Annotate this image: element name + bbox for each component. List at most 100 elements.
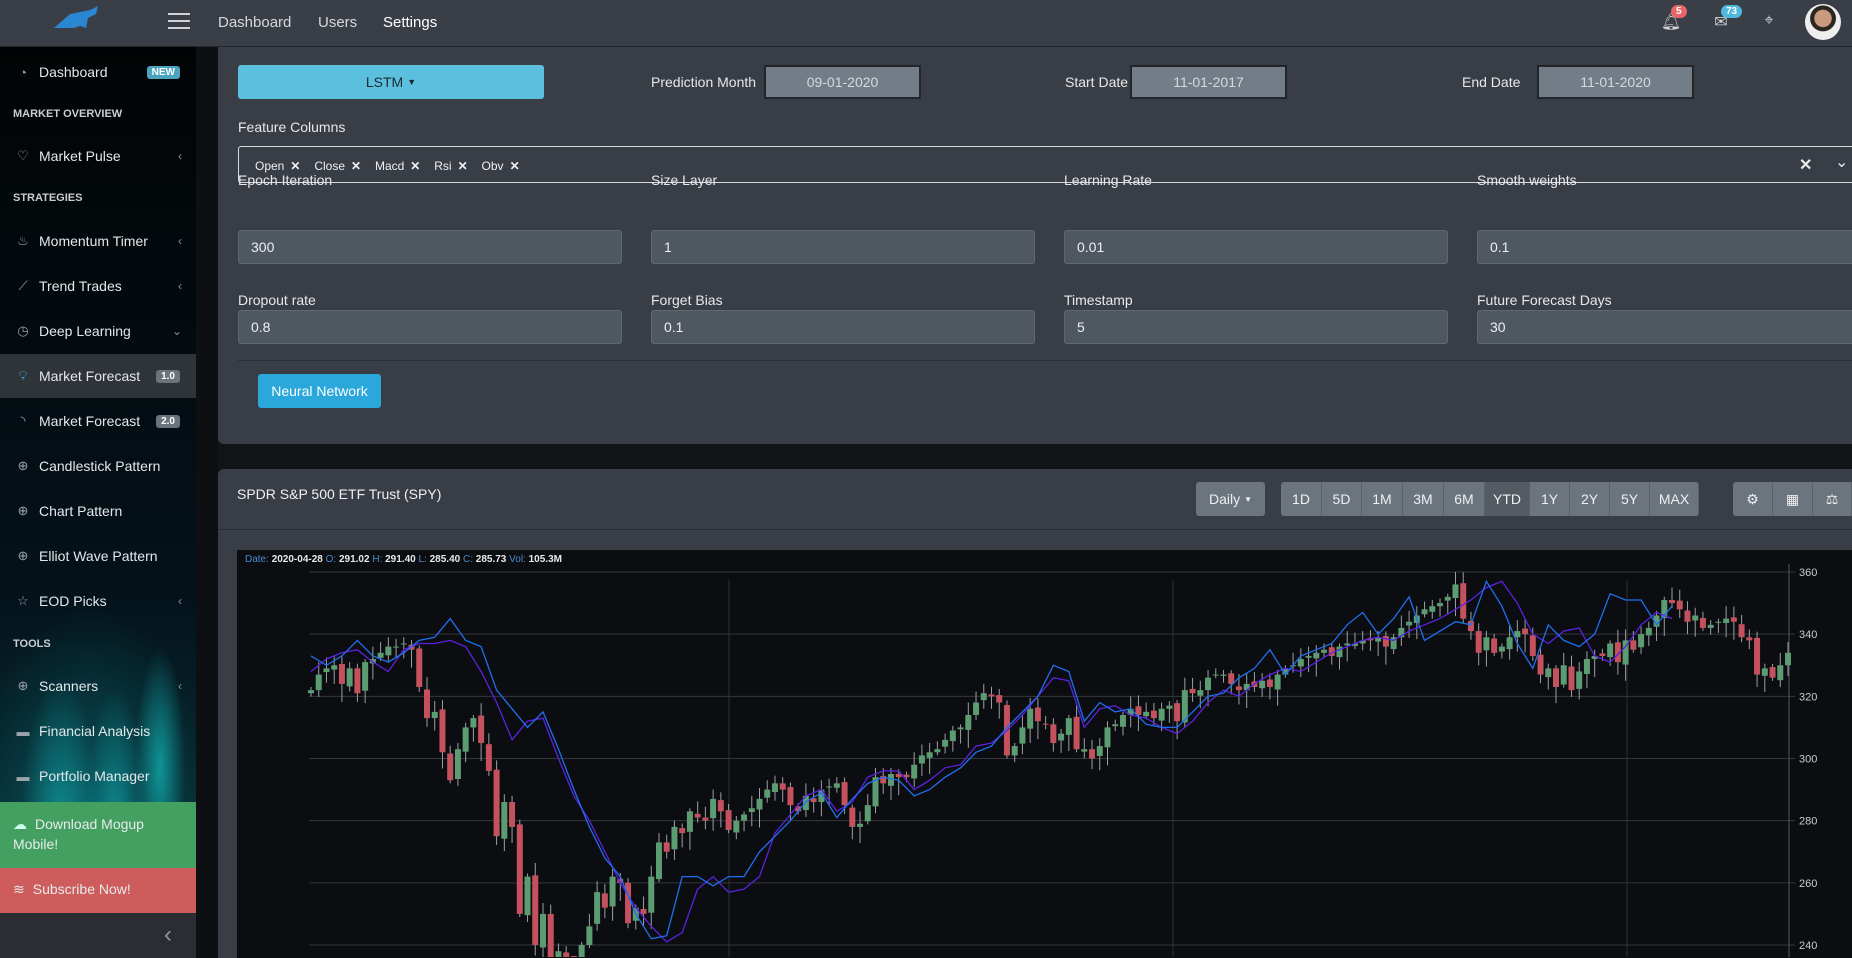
range-button-ytd[interactable]: YTD xyxy=(1485,482,1530,516)
candle-body xyxy=(1769,667,1776,678)
candle xyxy=(1684,601,1691,635)
logo[interactable] xyxy=(50,6,106,42)
start-date-input[interactable]: 11-01-2017 xyxy=(1130,65,1287,99)
sidebar-item-momentum-timer[interactable]: ♨ Momentum Timer ‹ xyxy=(0,219,196,263)
candle-body xyxy=(1583,659,1590,674)
range-button-1y[interactable]: 1Y xyxy=(1530,482,1570,516)
remove-tag-icon[interactable]: ✕ xyxy=(458,159,468,173)
tag-label: Macd xyxy=(374,159,405,173)
size-layer-input[interactable]: 1 xyxy=(651,230,1035,264)
sidebar-item-market-forecast-2[interactable]: ◝ Market Forecast 2.0 xyxy=(0,399,196,443)
user-avatar[interactable] xyxy=(1805,4,1841,40)
candle xyxy=(1444,593,1451,615)
candle-body xyxy=(1197,690,1204,696)
range-button-5y[interactable]: 5Y xyxy=(1610,482,1650,516)
sidebar-item-market-pulse[interactable]: ♡ Market Pulse ‹ xyxy=(0,134,196,178)
candle-body xyxy=(771,783,778,793)
remove-tag-icon[interactable]: ✕ xyxy=(351,159,361,173)
hamburger-menu-icon[interactable] xyxy=(168,13,190,31)
candle-body xyxy=(516,824,523,914)
candle xyxy=(625,878,632,929)
sidebar-item-dashboard[interactable]: ◔ Dashboard NEW xyxy=(0,50,196,94)
feature-columns-multiselect[interactable]: Open ✕ Close ✕ Macd ✕ Rsi ✕ Obv ✕ ✕ ⌄ xyxy=(238,146,1852,183)
candle xyxy=(702,806,709,830)
remove-tag-icon[interactable]: ✕ xyxy=(510,159,520,173)
range-button-1m[interactable]: 1M xyxy=(1362,482,1403,516)
range-button-2y[interactable]: 2Y xyxy=(1570,482,1610,516)
candle xyxy=(1096,738,1103,771)
candle-body xyxy=(1011,746,1018,756)
sidebar-item-portfolio-manager[interactable]: ▬ Portfolio Manager xyxy=(0,754,196,798)
interval-dropdown[interactable]: Daily ▼ xyxy=(1196,482,1265,516)
lightbulb-icon: 💡︎ xyxy=(18,368,28,383)
gauge-icon: ◔ xyxy=(19,64,27,80)
download-mobile-button[interactable]: ☁ Download Mogup Mobile! xyxy=(0,802,196,868)
candle xyxy=(586,913,593,949)
nav-dashboard[interactable]: Dashboard xyxy=(218,14,291,31)
candle xyxy=(1754,631,1761,688)
candle-body xyxy=(1143,711,1150,717)
sidebar-item-elliot-wave-pattern[interactable]: ⊕ Elliot Wave Pattern xyxy=(0,534,196,578)
prediction-month-input[interactable]: 09-01-2020 xyxy=(764,65,921,99)
candle xyxy=(338,656,345,702)
settings-button[interactable]: ⚙ xyxy=(1733,482,1773,516)
remove-tag-icon[interactable]: ✕ xyxy=(410,159,420,173)
gutter xyxy=(196,47,218,958)
clear-all-icon[interactable]: ✕ xyxy=(1799,155,1812,175)
sidebar-item-market-forecast-1[interactable]: 💡︎ Market Forecast 1.0 xyxy=(0,354,196,398)
candle-body xyxy=(1019,727,1026,744)
section-header-market-overview: MARKET OVERVIEW xyxy=(13,108,123,120)
range-button-5d[interactable]: 5D xyxy=(1322,482,1362,516)
sidebar-item-financial-analysis[interactable]: ▬ Financial Analysis xyxy=(0,709,196,753)
smooth-weights-input[interactable]: 0.1 xyxy=(1477,230,1852,264)
timestamp-input[interactable]: 5 xyxy=(1064,310,1448,344)
sidebar-item-trend-trades[interactable]: ⟋ Trend Trades ‹ xyxy=(0,264,196,308)
candle-body xyxy=(717,800,724,812)
range-button-6m[interactable]: 6M xyxy=(1444,482,1485,516)
candle xyxy=(710,789,717,831)
subscribe-label: Subscribe Now! xyxy=(32,881,131,897)
sidebar: ◔ Dashboard NEW MARKET OVERVIEW ♡ Market Pu… xyxy=(0,47,196,958)
sidebar-item-scanners[interactable]: ⊕ Scanners ‹ xyxy=(0,664,196,708)
candle xyxy=(1761,663,1768,692)
nav-users[interactable]: Users xyxy=(318,14,357,31)
calculator-button[interactable]: ▦ xyxy=(1773,482,1813,516)
messages-button[interactable]: ✉ 73 xyxy=(1710,5,1743,34)
feature-tag: Close ✕ xyxy=(314,159,361,173)
collapse-sidebar-icon[interactable]: ‹ xyxy=(164,921,172,949)
sidebar-item-chart-pattern[interactable]: ⊕ Chart Pattern xyxy=(0,489,196,533)
candle-body xyxy=(671,826,678,850)
candle-body xyxy=(1467,621,1474,632)
candle-body xyxy=(1042,723,1049,725)
remove-tag-icon[interactable]: ✕ xyxy=(290,159,300,173)
range-button-max[interactable]: MAX xyxy=(1650,482,1699,516)
learning-rate-input[interactable]: 0.01 xyxy=(1064,230,1448,264)
notifications-button[interactable]: 🔔︎ 5 xyxy=(1660,5,1687,34)
feature-tag: Macd ✕ xyxy=(375,159,420,173)
subscribe-button[interactable]: ≋ Subscribe Now! xyxy=(0,868,196,913)
neural-network-button[interactable]: Neural Network xyxy=(258,374,381,408)
candle xyxy=(833,777,840,793)
dropout-rate-input[interactable]: 0.8 xyxy=(238,310,622,344)
price-chart[interactable]: Date: 2020-04-28 O: 291.02 H: 291.40 L: … xyxy=(237,550,1852,958)
model-dropdown[interactable]: LSTM ▼ xyxy=(238,65,544,99)
start-date-label: Start Date xyxy=(1065,74,1129,90)
candle-body xyxy=(965,714,972,730)
compare-button[interactable]: ⚖ xyxy=(1813,482,1852,516)
nav-settings[interactable]: Settings xyxy=(383,14,437,31)
epoch-iteration-input[interactable]: 300 xyxy=(238,230,622,264)
future-forecast-days-input[interactable]: 30 xyxy=(1477,310,1852,344)
sidebar-item-eod-picks[interactable]: ☆ EOD Picks ‹ xyxy=(0,579,196,623)
candle-body xyxy=(926,752,933,758)
location-pin-icon[interactable]: ⌖ xyxy=(1758,12,1780,34)
end-date-input[interactable]: 11-01-2020 xyxy=(1537,65,1694,99)
candle xyxy=(694,801,701,823)
chevron-down-icon[interactable]: ⌄ xyxy=(1835,152,1848,172)
sidebar-item-deep-learning[interactable]: ◷ Deep Learning ⌄ xyxy=(0,309,196,353)
candle-body xyxy=(609,876,616,907)
range-button-3m[interactable]: 3M xyxy=(1403,482,1444,516)
sidebar-item-candlestick-pattern[interactable]: ⊕ Candlestick Pattern xyxy=(0,444,196,488)
forget-bias-input[interactable]: 0.1 xyxy=(651,310,1035,344)
range-button-1d[interactable]: 1D xyxy=(1281,482,1322,516)
candle xyxy=(1467,611,1474,640)
